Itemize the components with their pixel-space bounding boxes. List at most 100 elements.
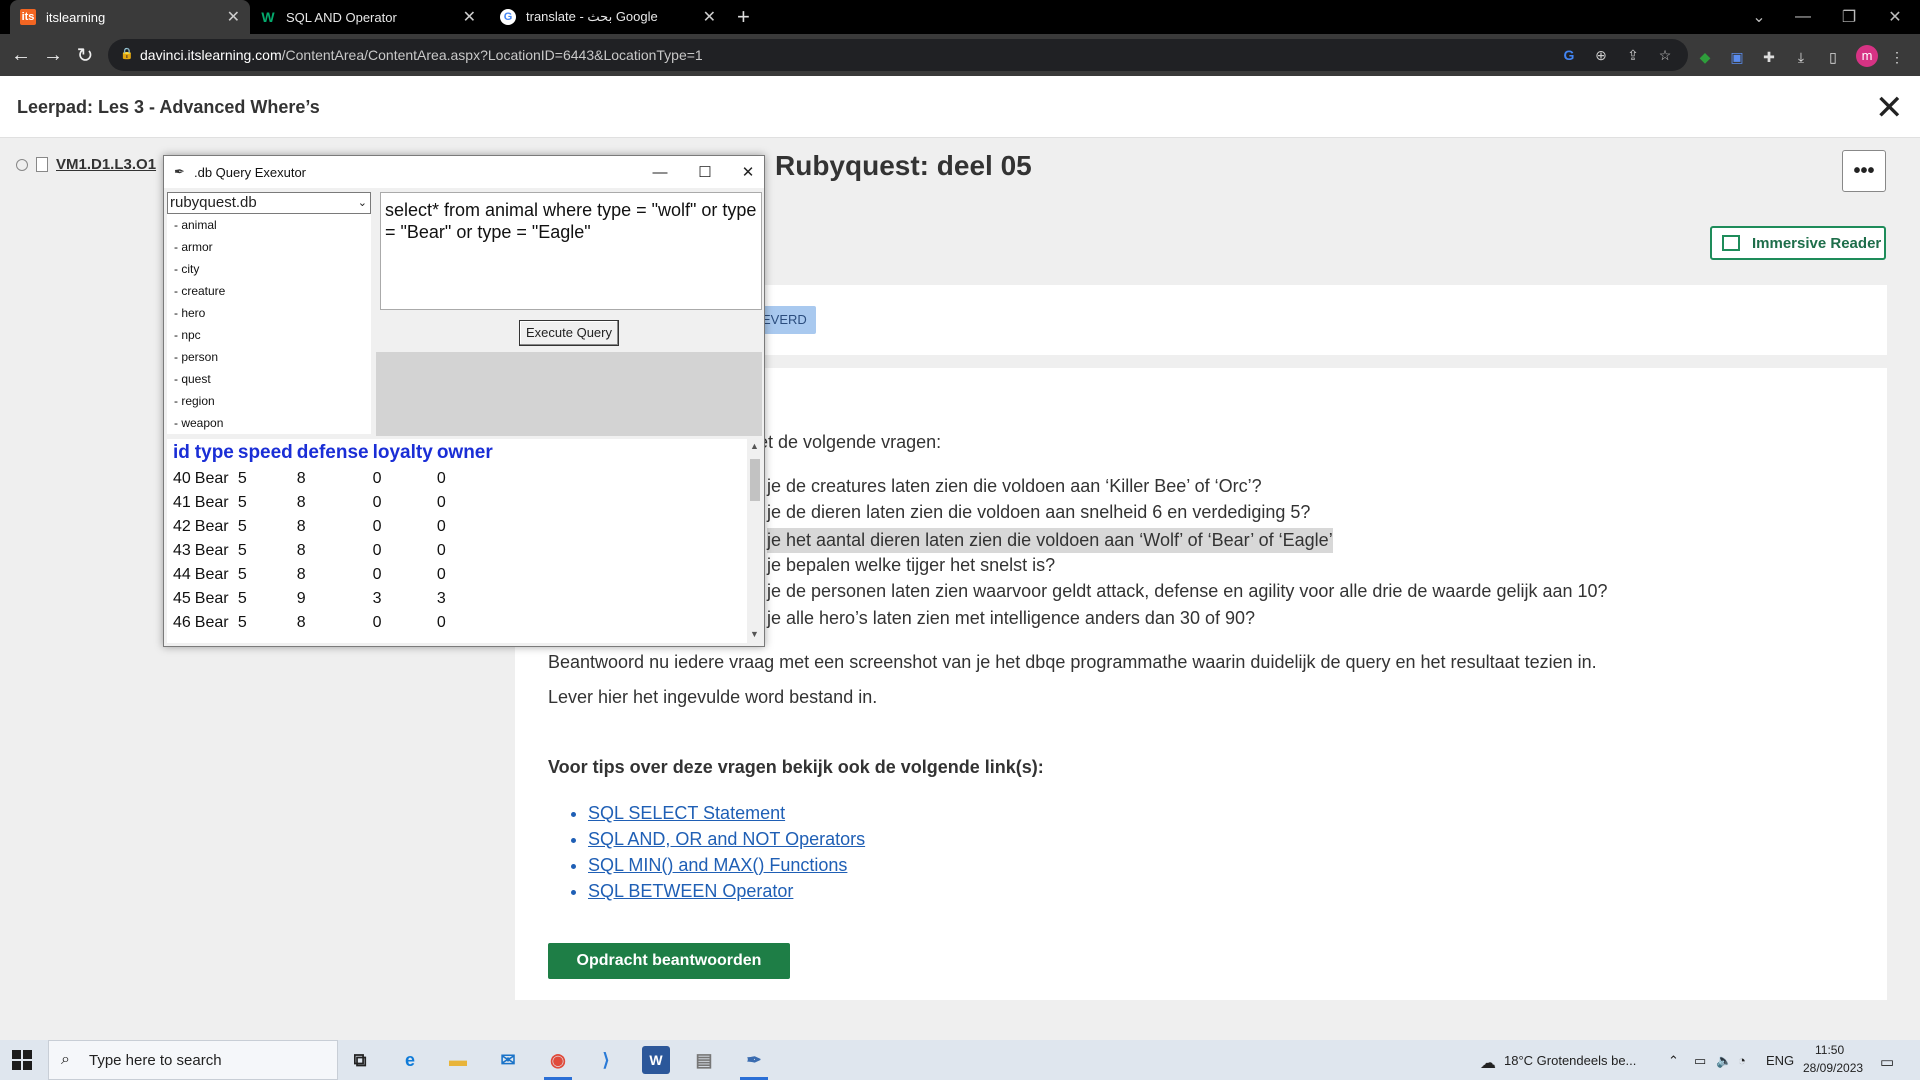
table-list-item[interactable]: - city <box>167 258 371 280</box>
more-options-button[interactable]: ••• <box>1842 150 1886 192</box>
table-list-item[interactable]: - hero <box>167 302 371 324</box>
tab-sql-and-operator[interactable]: W SQL AND Operator ✕ <box>250 0 486 34</box>
close-window-button[interactable]: ✕ <box>1872 0 1918 34</box>
puzzle-icon[interactable]: ✚ <box>1760 48 1778 66</box>
table-cell: Bear <box>194 542 229 559</box>
back-icon[interactable]: ← <box>8 42 34 68</box>
query-textarea[interactable]: select* from animal where type = "wolf" … <box>380 192 762 310</box>
table-list-item[interactable]: - npc <box>167 324 371 346</box>
table-cell: 0 <box>372 494 382 511</box>
vscode-icon[interactable]: ⟩ <box>592 1046 620 1074</box>
clock-date[interactable]: 28/09/2023 <box>1803 1061 1863 1075</box>
maximize-button[interactable]: ☐ <box>690 160 720 184</box>
answer-assignment-button[interactable]: Opdracht beantwoorden <box>548 943 790 979</box>
question-1: je de creatures laten zien die voldoen a… <box>767 476 1262 496</box>
sidebar-item-link[interactable]: VM1.D1.L3.O1 <box>56 156 156 173</box>
lock-icon[interactable]: 🔒 <box>120 47 134 60</box>
table-list-item[interactable]: - animal <box>167 214 371 236</box>
google-lens-icon[interactable]: G <box>1560 46 1578 64</box>
table-row: 42 Bear 5 8 0 0 <box>173 515 497 539</box>
link-sql-between[interactable]: SQL BETWEEN Operator <box>588 881 793 901</box>
weather-icon[interactable]: ☁ <box>1480 1053 1496 1073</box>
edge-icon[interactable]: e <box>396 1046 424 1074</box>
close-icon[interactable]: ✕ <box>227 7 240 27</box>
download-icon[interactable]: ⤓ <box>1792 48 1810 66</box>
tab-itslearning[interactable]: its itslearning ✕ <box>10 0 250 34</box>
app-icon[interactable]: ▤ <box>690 1046 718 1074</box>
tab-google-translate[interactable]: G translate - بحث Google ✕ <box>490 0 726 34</box>
results-body: 40 Bear 5 8 0 0 41 Bear 5 8 0 0 42 Bear 5 8 0 0 43 Bear 5 8 0 0… <box>173 467 497 635</box>
window-titlebar[interactable]: ✒ .db Query Exexutor — ☐ ✕ <box>164 156 764 188</box>
chevron-down-icon: ⌄ <box>357 197 367 209</box>
zoom-icon[interactable]: ⊕ <box>1592 46 1610 64</box>
close-icon[interactable]: ✕ <box>703 7 716 27</box>
task-view-icon[interactable]: ⧉ <box>346 1046 374 1074</box>
reload-icon[interactable]: ↻ <box>72 42 98 68</box>
bookmark-star-icon[interactable]: ☆ <box>1656 46 1674 64</box>
share-icon[interactable]: ⇪ <box>1624 46 1642 64</box>
mail-icon[interactable]: ✉ <box>494 1046 522 1074</box>
immersive-reader-button[interactable]: Immersive Reader <box>1710 226 1886 260</box>
column-header: defense <box>296 442 369 463</box>
wifi-icon[interactable]: ◔ <box>1738 1053 1746 1068</box>
link-sql-and-or-not[interactable]: SQL AND, OR and NOT Operators <box>588 829 865 849</box>
chrome-icon[interactable]: ◉ <box>544 1046 572 1074</box>
table-list-item[interactable]: - weapon <box>167 412 371 434</box>
query-panel-background <box>376 352 762 436</box>
results-panel: id type speed defense loyalty owner 40 Be… <box>167 439 747 643</box>
table-cell: 3 <box>372 590 382 607</box>
question-5: je de personen laten zien waarvoor geldt… <box>767 581 1608 601</box>
network-icon[interactable]: ▭ <box>1694 1053 1706 1069</box>
taskbar-search[interactable]: ⌕ Type here to search <box>48 1040 338 1080</box>
sidebar-item[interactable]: VM1.D1.L3.O1 <box>16 156 156 173</box>
table-cell: 0 <box>436 494 446 511</box>
results-scrollbar[interactable]: ▲ ▼ <box>748 439 762 643</box>
translate-extension-icon[interactable]: ▣ <box>1728 48 1746 66</box>
scrollbar-thumb[interactable] <box>750 459 760 501</box>
side-panel-icon[interactable]: ▯ <box>1824 48 1842 66</box>
scroll-up-icon[interactable]: ▲ <box>750 441 759 451</box>
clock-time[interactable]: 11:50 <box>1815 1043 1844 1057</box>
language-indicator[interactable]: ENG <box>1766 1053 1794 1068</box>
file-explorer-icon[interactable]: ▬ <box>444 1046 472 1074</box>
tab-search-icon[interactable]: ⌄ <box>1736 0 1782 34</box>
tab-title: translate - بحث Google <box>526 9 658 24</box>
python-feather-icon[interactable]: ✒ <box>740 1046 768 1074</box>
extension-icon[interactable]: ◆ <box>1696 48 1714 66</box>
table-list-item[interactable]: - person <box>167 346 371 368</box>
table-cell: Bear <box>194 494 229 511</box>
menu-icon[interactable]: ⋮ <box>1888 48 1906 66</box>
minimize-button[interactable]: — <box>1780 0 1826 34</box>
table-cell: 0 <box>436 470 446 487</box>
table-list-item[interactable]: - creature <box>167 280 371 302</box>
forward-icon[interactable]: → <box>40 42 66 68</box>
chevron-up-icon[interactable]: ⌃ <box>1668 1053 1679 1069</box>
close-icon[interactable]: ✕ <box>463 7 476 27</box>
restore-button[interactable]: ❐ <box>1826 0 1872 34</box>
query-executor-window: ✒ .db Query Exexutor — ☐ ✕ rubyquest.db … <box>163 155 765 647</box>
table-list-item[interactable]: - region <box>167 390 371 412</box>
tips-link-list: SQL SELECT Statement SQL AND, OR and NOT… <box>588 800 865 904</box>
windows-taskbar: ⌕ Type here to search ⧉ e ▬ ✉ ◉ ⟩ W ▤ ✒ … <box>0 1040 1920 1080</box>
table-list-item[interactable]: - quest <box>167 368 371 390</box>
close-icon[interactable]: ✕ <box>1875 88 1904 128</box>
minimize-button[interactable]: — <box>645 160 675 184</box>
new-tab-button[interactable]: + <box>737 4 750 30</box>
link-sql-min-max[interactable]: SQL MIN() and MAX() Functions <box>588 855 847 875</box>
word-icon[interactable]: W <box>642 1046 670 1074</box>
close-button[interactable]: ✕ <box>733 160 763 184</box>
start-button[interactable] <box>12 1050 32 1070</box>
notification-icon[interactable]: ▭ <box>1880 1053 1894 1071</box>
google-icon: G <box>500 9 516 25</box>
address-bar[interactable]: 🔒 davinci.itslearning.com/ContentArea/Co… <box>108 39 1688 71</box>
table-cell: 0 <box>372 542 382 559</box>
volume-icon[interactable]: 🔈 <box>1716 1053 1732 1069</box>
scroll-down-icon[interactable]: ▼ <box>750 629 759 639</box>
column-header: id <box>173 442 190 463</box>
execute-query-button[interactable]: Execute Query <box>519 320 619 346</box>
table-list-item[interactable]: - armor <box>167 236 371 258</box>
weather-text[interactable]: 18°C Grotendeels be... <box>1504 1053 1636 1068</box>
database-select[interactable]: rubyquest.db ⌄ <box>167 192 371 214</box>
link-sql-select[interactable]: SQL SELECT Statement <box>588 803 785 823</box>
avatar[interactable]: m <box>1856 45 1878 67</box>
